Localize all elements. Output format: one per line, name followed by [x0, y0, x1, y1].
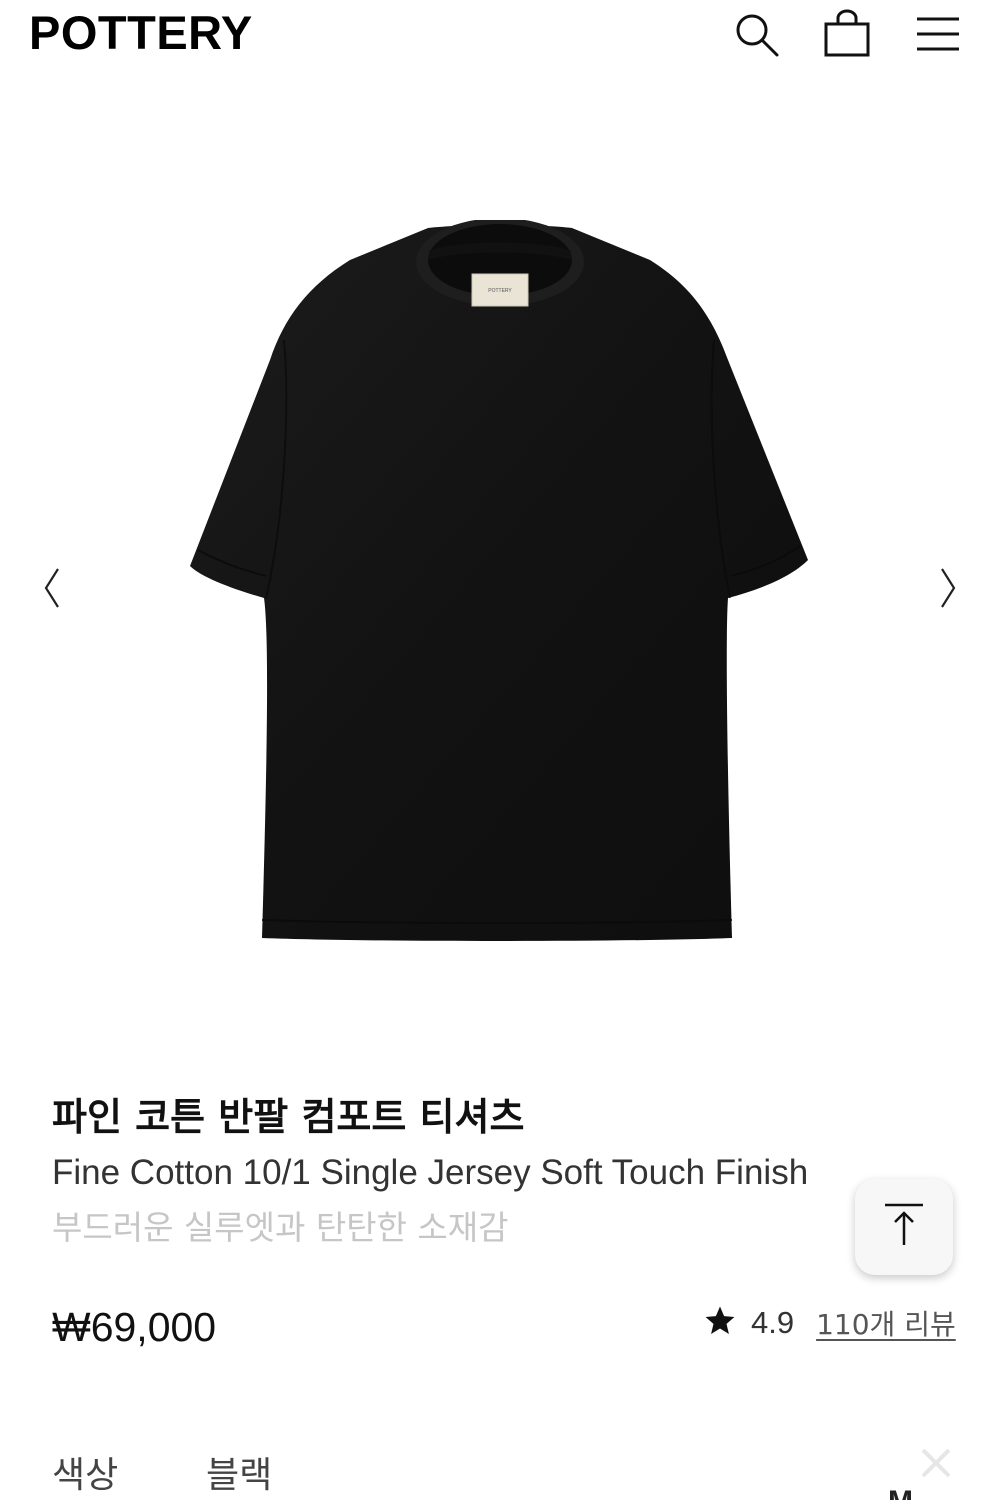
- product-rating: 4.9 110개 리뷰: [703, 1300, 956, 1346]
- color-option-label: 색상: [52, 1455, 119, 1496]
- menu-button[interactable]: [912, 8, 964, 60]
- brand-logo[interactable]: POTTERY: [29, 6, 253, 60]
- product-subtitle: 부드러운 실루엣과 탄탄한 소재감: [52, 1208, 509, 1247]
- arrow-up-to-top-icon: [882, 1201, 926, 1254]
- chevron-right-icon: [936, 566, 960, 615]
- option-selector-panel: 색상 블랙 M: [0, 1440, 1000, 1500]
- close-icon: [917, 1440, 957, 1485]
- product-price: ₩69,000: [52, 1304, 217, 1350]
- star-icon: [703, 1304, 737, 1343]
- search-button[interactable]: [730, 8, 782, 60]
- product-title-korean: 파인 코튼 반팔 컴포트 티셔츠: [52, 1095, 525, 1139]
- scroll-to-top-button[interactable]: [855, 1179, 953, 1275]
- rating-value: 4.9: [751, 1305, 795, 1340]
- cart-button[interactable]: [821, 8, 873, 60]
- chevron-left-icon: [40, 566, 64, 615]
- reviews-link[interactable]: 110개 리뷰: [816, 1303, 956, 1343]
- product-image: POTTERY: [180, 218, 820, 960]
- neck-label-text: POTTERY: [488, 288, 512, 294]
- color-option-value[interactable]: 블랙: [206, 1452, 272, 1500]
- hamburger-menu-icon: [915, 14, 961, 54]
- carousel-prev-button[interactable]: [32, 565, 72, 615]
- product-title-english: Fine Cotton 10/1 Single Jersey Soft Touc…: [52, 1153, 809, 1192]
- carousel-next-button[interactable]: [928, 565, 968, 615]
- search-icon: [732, 10, 780, 58]
- product-image-carousel[interactable]: POTTERY: [0, 70, 1000, 1090]
- shopping-bag-icon: [822, 9, 872, 59]
- top-header: POTTERY: [0, 0, 1000, 70]
- size-option-partial: M: [888, 1485, 913, 1500]
